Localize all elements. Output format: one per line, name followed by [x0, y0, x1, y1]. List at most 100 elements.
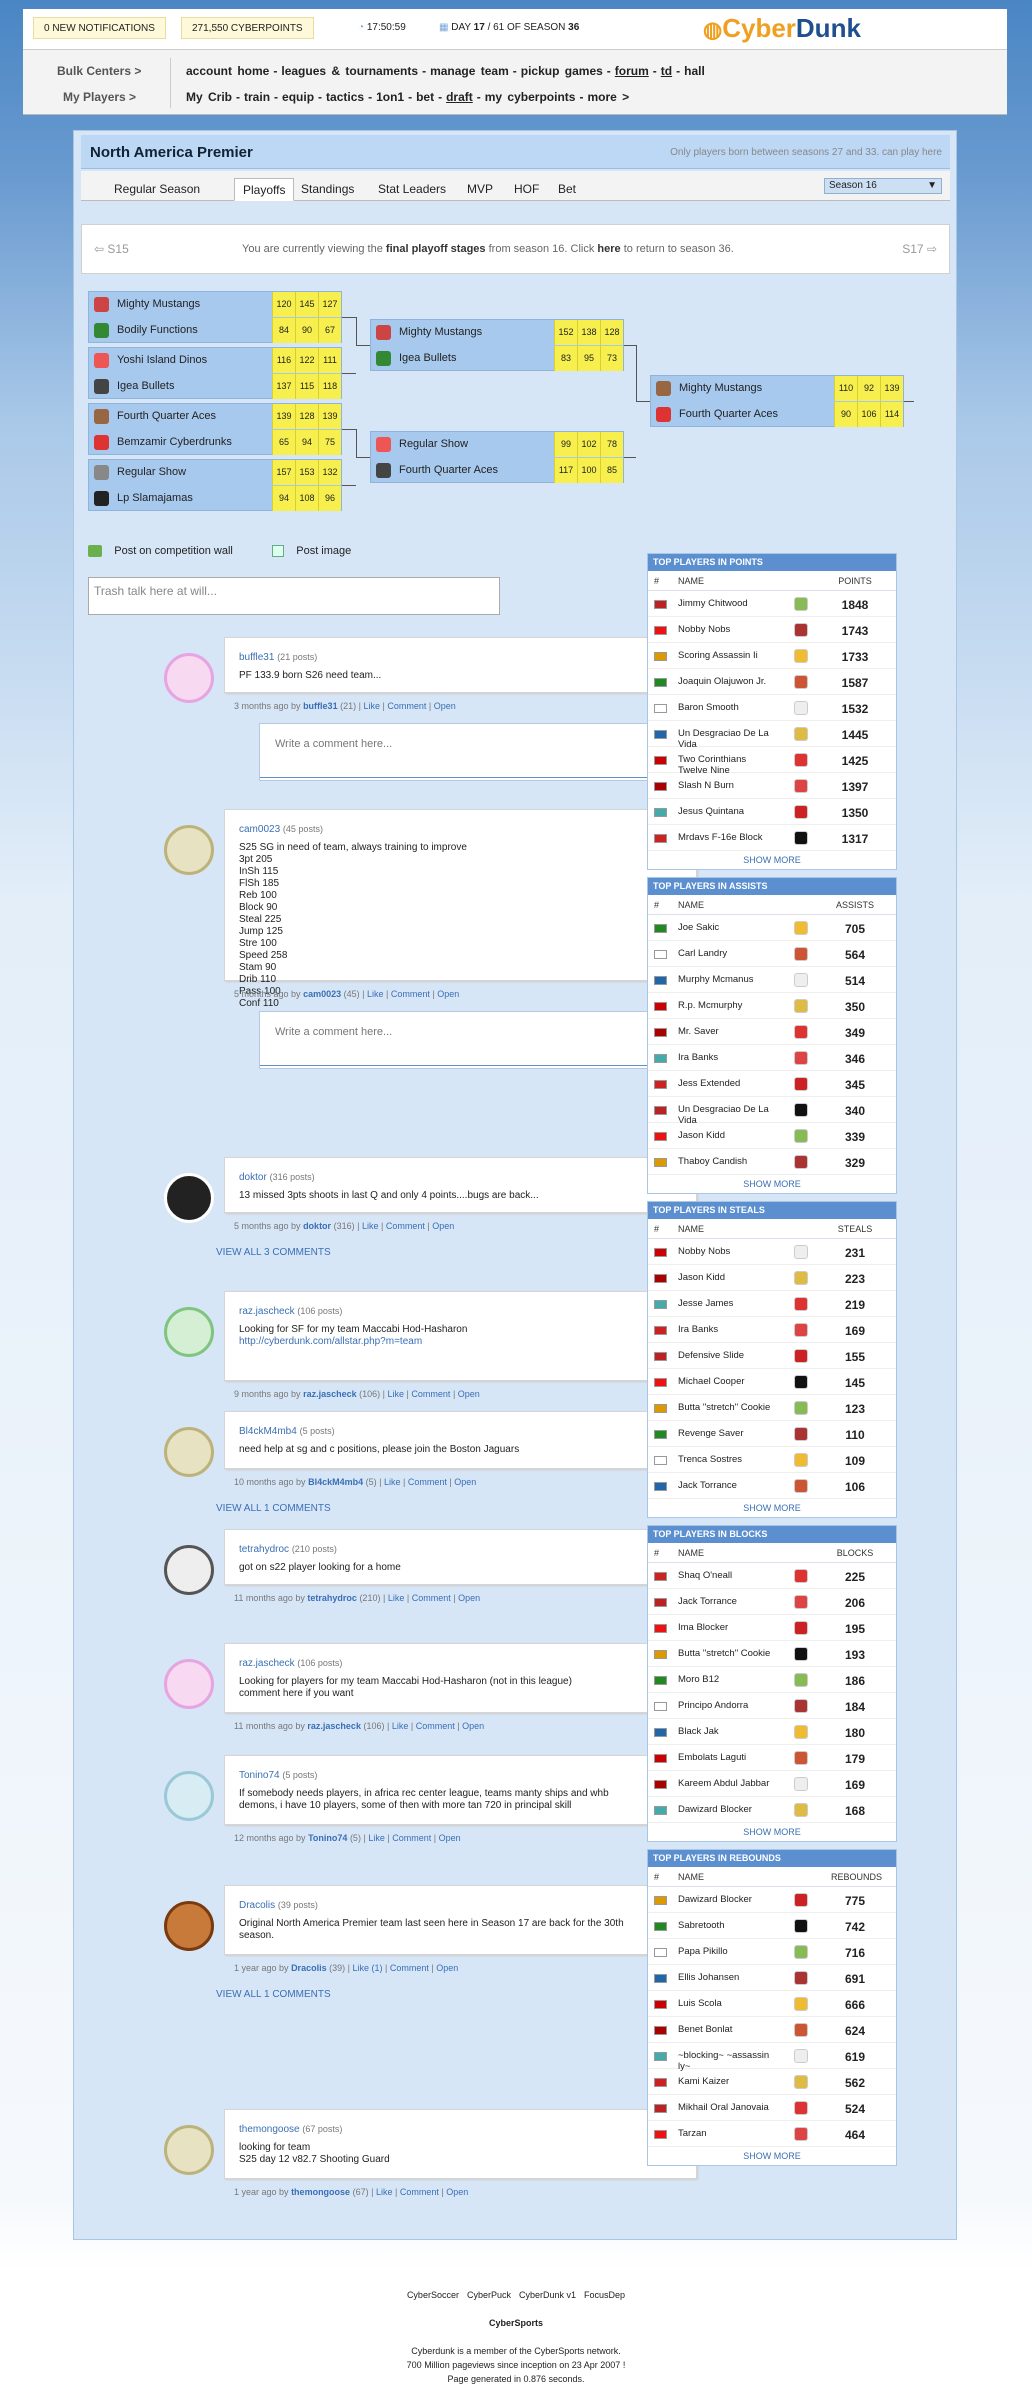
- team-name[interactable]: Igea Bullets: [117, 380, 174, 392]
- player-name[interactable]: R.p. Mcmurphy: [678, 1000, 778, 1011]
- player-name[interactable]: Sabretooth: [678, 1920, 778, 1931]
- menu-link[interactable]: equip: [282, 90, 314, 104]
- tab-standings[interactable]: Standings: [301, 178, 354, 201]
- team-name[interactable]: Fourth Quarter Aces: [399, 464, 498, 476]
- bracket-match[interactable]: Yoshi Island Dinos 116 122 111 Igea Bullets 1…: [88, 347, 342, 399]
- bulk-centers-link[interactable]: Bulk Centers >: [57, 64, 141, 78]
- open-link[interactable]: Open: [462, 1721, 484, 1731]
- like-link[interactable]: Like: [368, 1833, 385, 1843]
- user-avatar[interactable]: [164, 2125, 214, 2175]
- comment-link[interactable]: Comment: [391, 989, 430, 999]
- prev-season-link[interactable]: ⇦ S15: [94, 242, 129, 256]
- team-name[interactable]: Bodily Functions: [117, 324, 198, 336]
- menu-link[interactable]: hall: [684, 64, 705, 78]
- open-link[interactable]: Open: [432, 1221, 454, 1231]
- post-meta-author[interactable]: cam0023: [303, 989, 341, 999]
- post-author[interactable]: Bl4ckM4mb4 (5 posts): [239, 1426, 335, 1437]
- menu-link[interactable]: account home: [186, 64, 269, 78]
- player-name[interactable]: Tarzan: [678, 2128, 778, 2139]
- post-author[interactable]: raz.jascheck (106 posts): [239, 1658, 342, 1669]
- player-name[interactable]: Jimmy Chitwood: [678, 598, 778, 609]
- player-name[interactable]: Luis Scola: [678, 1998, 778, 2009]
- player-name[interactable]: Revenge Saver: [678, 1428, 778, 1439]
- player-name[interactable]: Mrdavs F-16e Block: [678, 832, 778, 843]
- view-all-comments-link[interactable]: VIEW ALL 3 COMMENTS: [216, 1247, 331, 1258]
- comment-input[interactable]: Write a comment here...: [259, 1011, 699, 1069]
- player-name[interactable]: Jack Torrance: [678, 1596, 778, 1607]
- player-name[interactable]: Dawizard Blocker: [678, 1894, 778, 1905]
- player-name[interactable]: Ira Banks: [678, 1052, 778, 1063]
- post-meta-author[interactable]: raz.jascheck: [303, 1389, 357, 1399]
- user-avatar[interactable]: [164, 1659, 214, 1709]
- comment-link[interactable]: Comment: [400, 2187, 439, 2197]
- post-author-name[interactable]: Tonino74: [239, 1770, 280, 1781]
- post-author-name[interactable]: cam0023: [239, 824, 280, 835]
- post-author-name[interactable]: themongoose: [239, 2124, 300, 2135]
- post-meta-author[interactable]: doktor: [303, 1221, 331, 1231]
- bracket-match[interactable]: Mighty Mustangs 110 92 139 Fourth Quarter Ac…: [650, 375, 904, 427]
- menu-link[interactable]: my cyberpoints: [485, 90, 576, 104]
- player-name[interactable]: Jason Kidd: [678, 1130, 778, 1141]
- user-avatar[interactable]: [164, 1427, 214, 1477]
- footer-link-cyberdunk[interactable]: CyberDunk v1: [519, 2290, 576, 2300]
- comment-input[interactable]: Write a comment here...: [259, 723, 699, 781]
- bracket-match[interactable]: Regular Show 157 153 132 Lp Slamajamas 94 108 9…: [88, 459, 342, 511]
- menu-link[interactable]: draft: [446, 90, 473, 104]
- menu-link[interactable]: train: [244, 90, 270, 104]
- tab-hof[interactable]: HOF: [514, 178, 539, 201]
- open-link[interactable]: Open: [436, 1963, 458, 1973]
- menu-link[interactable]: leagues & tournaments: [281, 64, 418, 78]
- show-more-link[interactable]: SHOW MORE: [648, 1175, 896, 1193]
- player-name[interactable]: Nobby Nobs: [678, 1246, 778, 1257]
- season-select[interactable]: Season 16 ▼: [824, 178, 942, 194]
- menu-link[interactable]: 1on1: [376, 90, 404, 104]
- post-author-name[interactable]: tetrahydroc: [239, 1544, 289, 1555]
- user-avatar[interactable]: [164, 825, 214, 875]
- player-name[interactable]: Slash N Burn: [678, 780, 778, 791]
- player-name[interactable]: Joe Sakic: [678, 922, 778, 933]
- bracket-match[interactable]: Regular Show 99 102 78 Fourth Quarter Aces 11…: [370, 431, 624, 483]
- team-name[interactable]: Igea Bullets: [399, 352, 456, 364]
- like-link[interactable]: Like (1): [353, 1963, 383, 1973]
- team-name[interactable]: Fourth Quarter Aces: [679, 408, 778, 420]
- post-meta-author[interactable]: buffle31: [303, 701, 338, 711]
- tab-mvp[interactable]: MVP: [467, 178, 493, 201]
- menu-link[interactable]: manage team: [430, 64, 509, 78]
- view-all-comments-link[interactable]: VIEW ALL 1 COMMENTS: [216, 1503, 331, 1514]
- my-players-link[interactable]: My Players >: [63, 90, 136, 104]
- team-name[interactable]: Regular Show: [399, 438, 468, 450]
- like-link[interactable]: Like: [363, 701, 380, 711]
- open-link[interactable]: Open: [439, 1833, 461, 1843]
- post-author[interactable]: cam0023 (45 posts): [239, 824, 323, 835]
- post-author[interactable]: raz.jascheck (106 posts): [239, 1306, 342, 1317]
- bracket-match[interactable]: Fourth Quarter Aces 139 128 139 Bemzamir Cyb…: [88, 403, 342, 455]
- open-link[interactable]: Open: [446, 2187, 468, 2197]
- open-link[interactable]: Open: [434, 701, 456, 711]
- post-author-name[interactable]: doktor: [239, 1172, 267, 1183]
- open-link[interactable]: Open: [454, 1477, 476, 1487]
- player-name[interactable]: Jason Kidd: [678, 1272, 778, 1283]
- trash-talk-input[interactable]: Trash talk here at will...: [88, 577, 500, 615]
- comment-link[interactable]: Comment: [412, 1593, 451, 1603]
- comment-link[interactable]: Comment: [392, 1833, 431, 1843]
- player-name[interactable]: Black Jak: [678, 1726, 778, 1737]
- player-name[interactable]: Principo Andorra: [678, 1700, 778, 1711]
- player-name[interactable]: Butta "stretch" Cookie: [678, 1648, 778, 1659]
- post-author[interactable]: buffle31 (21 posts): [239, 652, 317, 663]
- player-name[interactable]: Trenca Sostres: [678, 1454, 778, 1465]
- post-image-action[interactable]: Post image: [272, 545, 351, 558]
- menu-link[interactable]: My Crib: [186, 90, 232, 104]
- return-link[interactable]: here: [597, 243, 620, 255]
- notifications-badge[interactable]: 0 NEW NOTIFICATIONS: [33, 17, 166, 39]
- post-author[interactable]: themongoose (67 posts): [239, 2124, 342, 2135]
- user-avatar[interactable]: [164, 1545, 214, 1595]
- comment-link[interactable]: Comment: [387, 701, 426, 711]
- comment-link[interactable]: Comment: [390, 1963, 429, 1973]
- player-name[interactable]: Joaquin Olajuwon Jr.: [678, 676, 778, 687]
- player-name[interactable]: Mikhail Oral Janovaia: [678, 2102, 778, 2113]
- player-name[interactable]: Butta "stretch" Cookie: [678, 1402, 778, 1413]
- player-name[interactable]: Benet Bonlat: [678, 2024, 778, 2035]
- menu-link[interactable]: pickup games: [521, 64, 603, 78]
- player-name[interactable]: Shaq O'neall: [678, 1570, 778, 1581]
- next-season-link[interactable]: S17 ⇨: [902, 242, 937, 256]
